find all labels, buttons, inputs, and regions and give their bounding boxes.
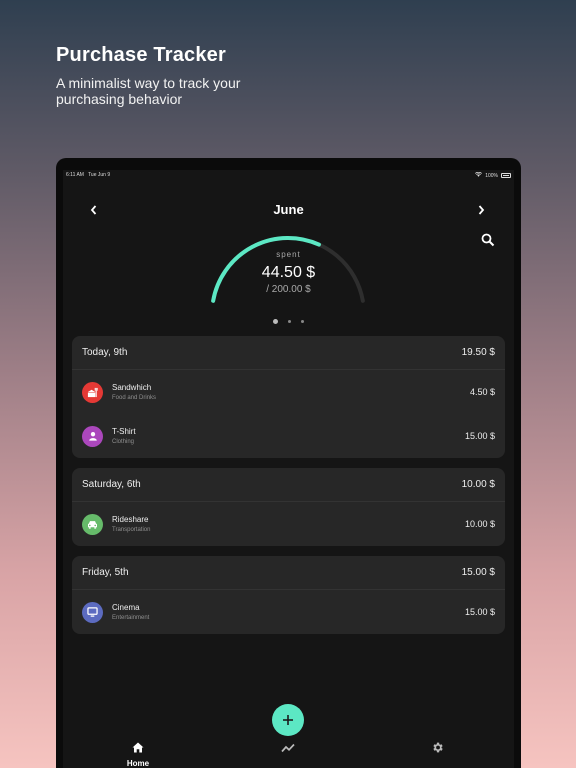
search-icon <box>481 233 495 247</box>
day-label: Saturday, 6th <box>82 479 141 490</box>
car-icon <box>82 513 103 535</box>
page-dot[interactable] <box>273 319 278 324</box>
page-dot[interactable] <box>288 320 291 323</box>
day-group: Today, 9th 19.50 $ Sandwhich Food and Drink… <box>72 336 505 458</box>
spent-value: 44.50 $ <box>261 264 316 281</box>
day-group-header: Friday, 5th 15.00 $ <box>72 556 505 590</box>
day-group: Saturday, 6th 10.00 $ Rideshare Transportat… <box>72 468 505 546</box>
purchase-item[interactable]: T-Shirt Clothing 15.00 $ <box>72 414 505 458</box>
home-icon <box>132 742 144 753</box>
page-dot[interactable] <box>301 320 304 323</box>
purchase-name: Cinema <box>112 603 140 612</box>
tab-home-label: Home <box>126 759 150 768</box>
purchase-text: T-Shirt Clothing <box>112 427 465 445</box>
day-group-header: Today, 9th 19.50 $ <box>72 336 505 370</box>
chevron-right-icon <box>478 205 485 215</box>
purchase-amount: 10.00 $ <box>464 519 495 529</box>
promo-subtitle: A minimalist way to track your purchasin… <box>56 75 241 107</box>
plus-icon <box>283 715 293 725</box>
purchase-amount: 4.50 $ <box>469 387 495 397</box>
month-title: June <box>273 202 304 217</box>
battery-icon <box>501 173 511 178</box>
purchase-item[interactable]: Sandwhich Food and Drinks 4.50 $ <box>72 370 505 414</box>
purchase-text: Rideshare Transportation <box>112 515 465 533</box>
status-bar: 6:11 AM Tue Jun 9 100% <box>63 170 514 182</box>
page-indicator <box>63 319 514 324</box>
day-group-header: Saturday, 6th 10.00 $ <box>72 468 505 502</box>
purchase-text: Sandwhich Food and Drinks <box>112 383 470 401</box>
purchase-name: T-Shirt <box>112 427 136 436</box>
purchase-category: Food and Drinks <box>112 395 157 401</box>
food-icon <box>82 381 103 403</box>
purchase-item[interactable]: Cinema Entertainment 15.00 $ <box>72 590 505 634</box>
tab-bar: Home <box>63 740 514 768</box>
purchase-text: Cinema Entertainment <box>112 603 465 621</box>
day-label: Today, 9th <box>82 347 128 358</box>
tab-home[interactable]: Home <box>113 740 163 768</box>
person-icon <box>82 425 103 447</box>
tablet-frame: 6:11 AM Tue Jun 9 100% June spent 44.50 … <box>56 158 521 768</box>
tv-icon <box>82 601 103 623</box>
day-total: 19.50 $ <box>461 347 495 358</box>
wifi-icon <box>475 171 483 179</box>
promo-title: Purchase Tracker <box>56 44 226 66</box>
purchase-name: Sandwhich <box>112 383 152 392</box>
status-time-date: 6:11 AM Tue Jun 9 <box>66 172 110 178</box>
purchase-amount: 15.00 $ <box>464 607 495 617</box>
add-purchase-button[interactable] <box>272 704 304 736</box>
budget-total: / 200.00 $ <box>266 284 311 295</box>
day-total: 15.00 $ <box>461 567 495 578</box>
day-group: Friday, 5th 15.00 $ Cinema Entertainment 15.… <box>72 556 505 634</box>
tab-settings[interactable] <box>412 740 462 759</box>
purchase-category: Clothing <box>112 439 135 445</box>
purchase-category: Entertainment <box>112 615 150 621</box>
purchase-name: Rideshare <box>112 515 149 524</box>
status-right: 100% <box>475 171 511 179</box>
purchase-item[interactable]: Rideshare Transportation 10.00 $ <box>72 502 505 546</box>
status-date: Tue Jun 9 <box>88 172 111 178</box>
app-screen: 6:11 AM Tue Jun 9 100% June spent 44.50 … <box>63 170 514 768</box>
search-button[interactable] <box>481 233 497 249</box>
purchase-amount: 15.00 $ <box>464 431 495 441</box>
battery-percent: 100% <box>485 172 498 179</box>
purchase-category: Transportation <box>112 527 151 533</box>
day-total: 10.00 $ <box>461 479 495 490</box>
status-time: 6:11 AM <box>66 172 84 178</box>
month-header: June <box>63 200 514 220</box>
gauge-label: spent <box>276 250 301 259</box>
day-label: Friday, 5th <box>82 567 129 578</box>
gear-icon <box>432 742 443 753</box>
tab-stats[interactable] <box>263 740 313 758</box>
next-month-button[interactable] <box>471 200 491 220</box>
chart-icon <box>281 743 295 753</box>
